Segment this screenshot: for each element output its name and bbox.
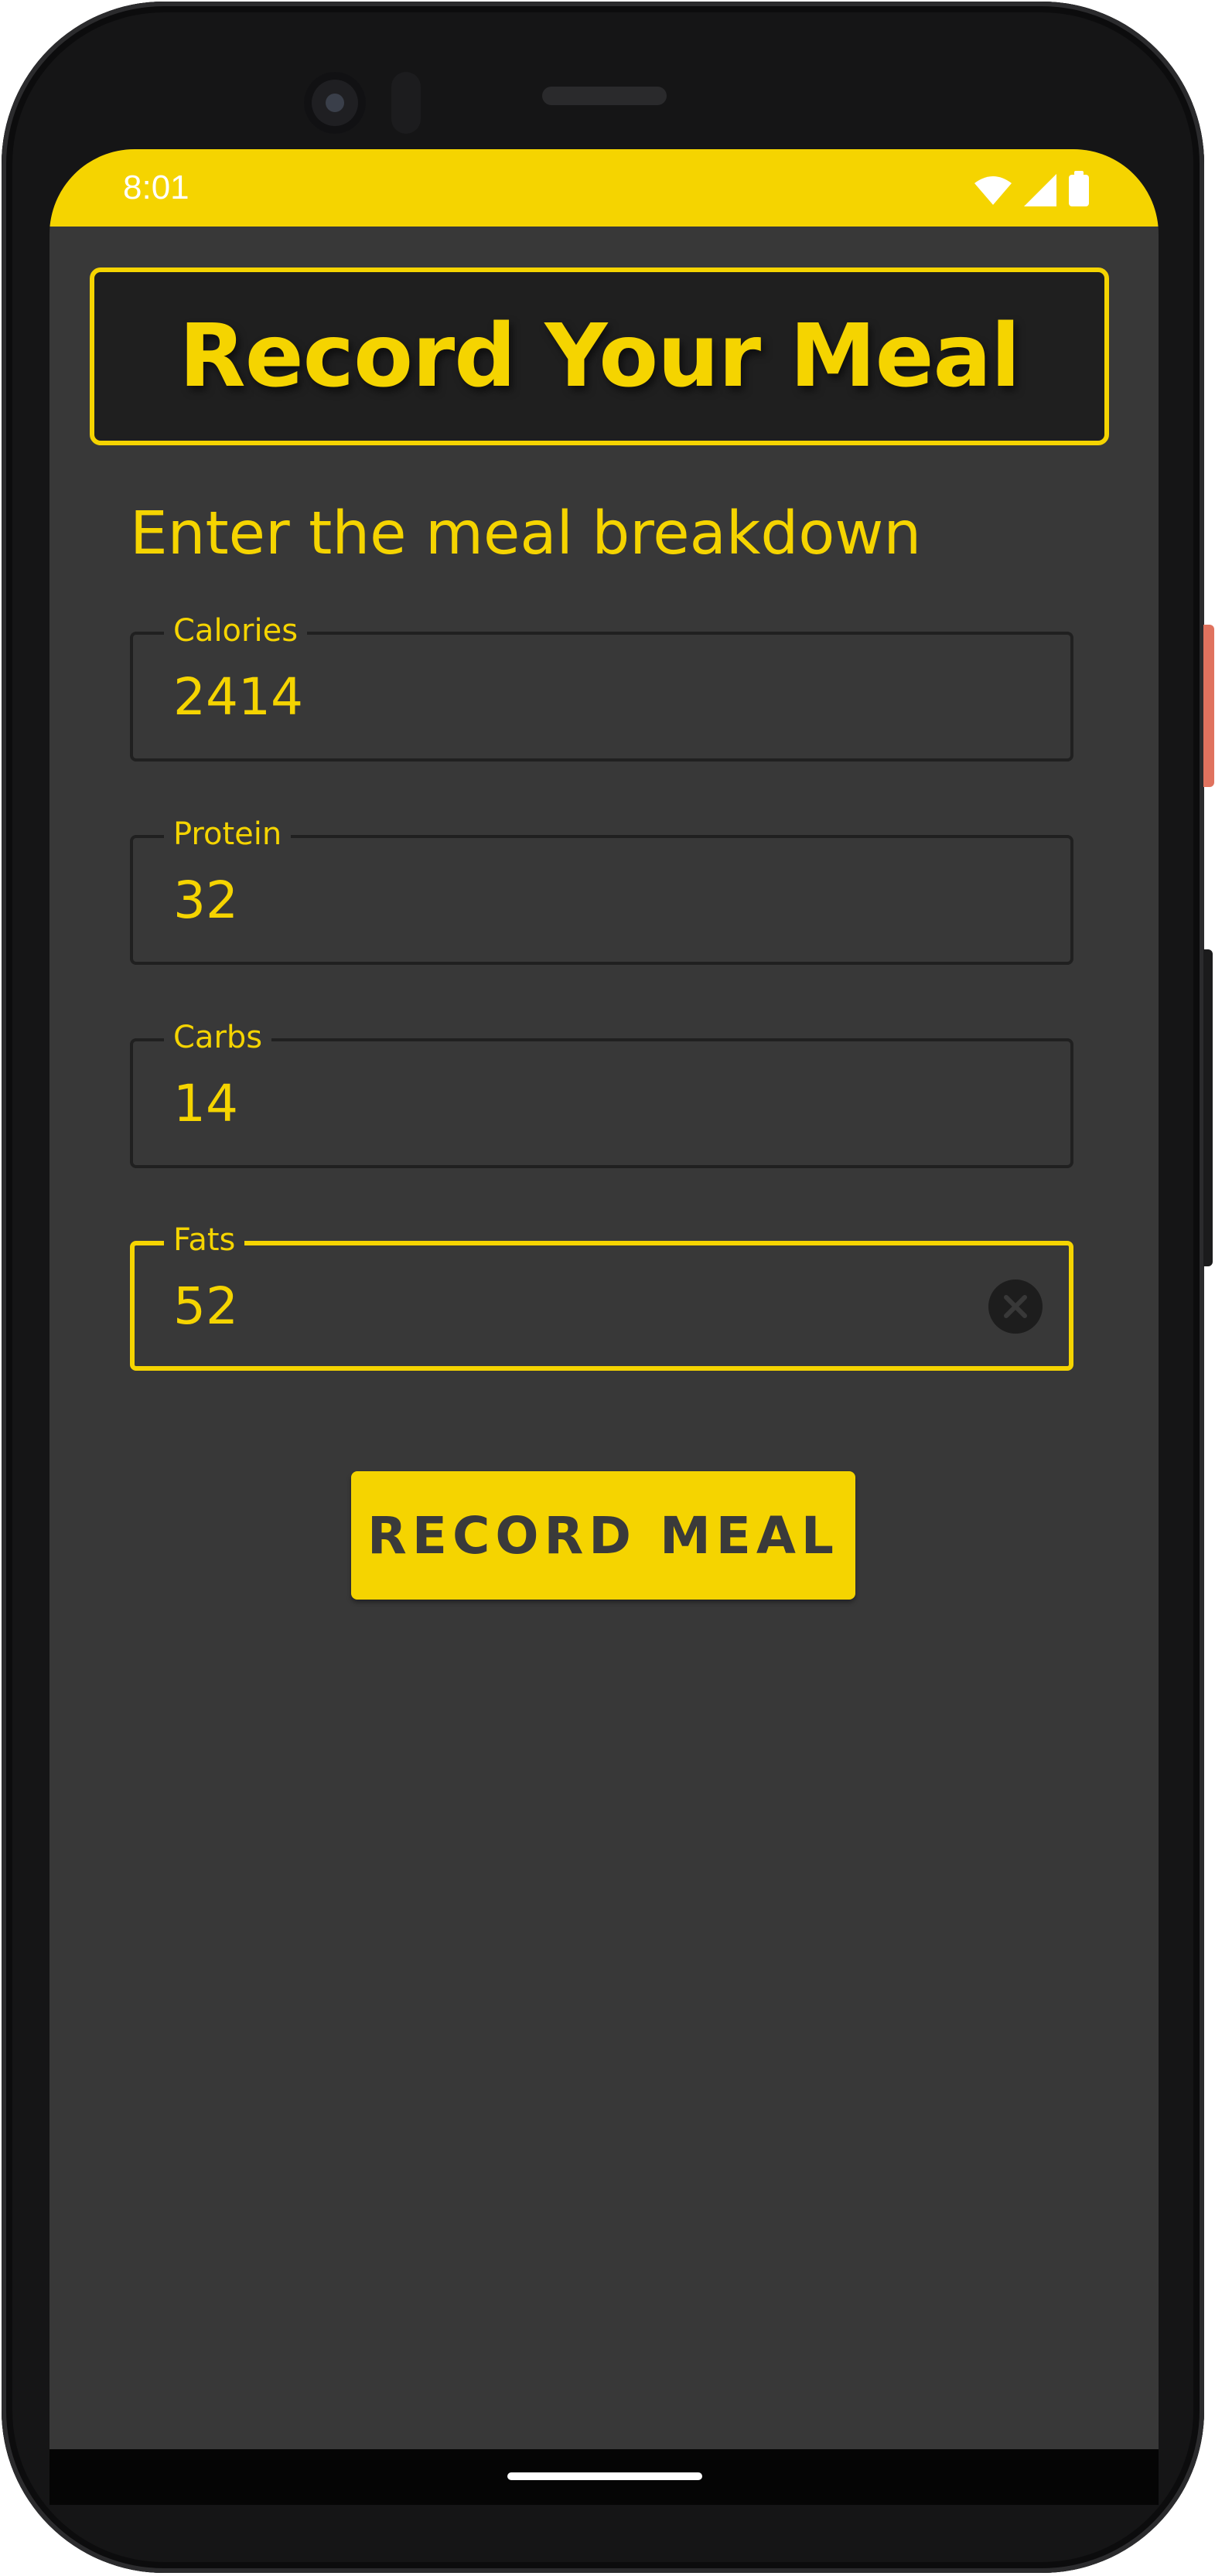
- calories-field[interactable]: Calories 2414: [130, 613, 1073, 762]
- calories-label: Calories: [164, 613, 308, 649]
- protein-label: Protein: [164, 816, 292, 852]
- power-button: [1203, 625, 1214, 787]
- home-indicator[interactable]: [507, 2472, 702, 2480]
- carbs-field[interactable]: Carbs 14: [130, 1020, 1073, 1168]
- status-time: 8:01: [123, 169, 189, 206]
- form-heading: Enter the meal breakdown: [130, 499, 922, 568]
- clear-text-button[interactable]: [988, 1279, 1043, 1334]
- carbs-value[interactable]: 14: [173, 1074, 238, 1133]
- carbs-label: Carbs: [164, 1020, 272, 1055]
- protein-field[interactable]: Protein 32: [130, 816, 1073, 965]
- volume-button: [1203, 949, 1213, 1266]
- status-icons: [973, 171, 1089, 206]
- fats-label: Fats: [164, 1222, 245, 1258]
- battery-icon: [1069, 171, 1089, 206]
- record-meal-button[interactable]: RECORD MEAL: [351, 1471, 855, 1600]
- cellular-signal-icon: [1024, 174, 1056, 206]
- earpiece-speaker: [542, 87, 667, 105]
- fats-value[interactable]: 52: [173, 1276, 238, 1336]
- front-camera-icon: [304, 72, 366, 134]
- app-screen: 8:01 Record Your Meal Enter the meal bre…: [49, 149, 1159, 2505]
- status-bar: 8:01: [49, 149, 1159, 227]
- calories-value[interactable]: 2414: [173, 667, 303, 727]
- page-title: Record Your Meal: [90, 267, 1109, 445]
- wifi-icon: [974, 176, 1012, 205]
- close-icon: [1004, 1295, 1027, 1318]
- fats-field[interactable]: Fats 52: [130, 1222, 1073, 1371]
- proximity-sensor: [391, 72, 421, 134]
- protein-value[interactable]: 32: [173, 871, 238, 930]
